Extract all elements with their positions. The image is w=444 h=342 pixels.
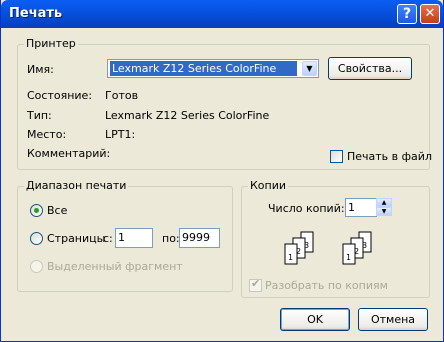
- range-all-label[interactable]: Все: [47, 204, 67, 217]
- collate-checkbox[interactable]: ✔: [249, 277, 262, 292]
- location-value: LPT1:: [105, 128, 136, 141]
- copies-count-input[interactable]: 1: [345, 198, 377, 217]
- window-title: Печать: [9, 6, 63, 21]
- range-selection-radio[interactable]: [30, 260, 43, 273]
- range-to-label: по:: [162, 232, 180, 245]
- range-from-input[interactable]: 1: [115, 228, 153, 248]
- cancel-button[interactable]: Отмена: [358, 308, 428, 331]
- collate-pages-icon: 3 2 1 3 2 1: [284, 231, 372, 265]
- range-to-input[interactable]: 9999: [179, 228, 220, 248]
- type-label: Тип:: [27, 109, 52, 122]
- print-to-file-checkbox[interactable]: [330, 150, 343, 163]
- copies-count-label: Число копий:: [268, 202, 345, 215]
- spin-up-icon[interactable]: ▲: [376, 198, 392, 207]
- range-pages-radio[interactable]: [30, 232, 43, 245]
- copies-group-label: Копии: [248, 179, 289, 192]
- print-to-file-label[interactable]: Печать в файл: [347, 150, 432, 163]
- range-all-radio[interactable]: [30, 204, 43, 217]
- name-label: Имя:: [27, 63, 54, 76]
- help-button[interactable]: ?: [397, 4, 417, 24]
- printer-select[interactable]: Lexmark Z12 Series ColorFine ▼: [107, 59, 319, 78]
- ok-button[interactable]: OK: [280, 308, 350, 331]
- collate-label[interactable]: Разобрать по копиям: [265, 279, 388, 292]
- location-label: Место:: [27, 128, 67, 141]
- print-dialog: Печать ? ✕ Принтер Имя: Lexmark Z12 Seri…: [0, 0, 444, 342]
- properties-button[interactable]: Свойства...: [328, 57, 412, 80]
- close-button[interactable]: ✕: [420, 4, 440, 24]
- comment-label: Комментарий:: [27, 147, 111, 160]
- copies-spinner[interactable]: ▲ ▼: [376, 198, 392, 217]
- title-bar[interactable]: Печать ? ✕: [1, 0, 443, 28]
- status-label: Состояние:: [27, 89, 93, 102]
- svg-text:1: 1: [288, 253, 293, 262]
- svg-text:1: 1: [346, 253, 351, 262]
- printer-group-label: Принтер: [24, 37, 78, 50]
- checkmark-icon: ✔: [251, 277, 261, 290]
- range-selection-label[interactable]: Выделенный фрагмент: [47, 260, 183, 273]
- radio-selected-dot: [34, 208, 39, 213]
- range-pages-label[interactable]: Страницы: [47, 232, 105, 245]
- spin-down-icon[interactable]: ▼: [376, 207, 392, 216]
- type-value: Lexmark Z12 Series ColorFine: [105, 109, 270, 122]
- range-from-label: с:: [103, 232, 113, 245]
- printer-select-value: Lexmark Z12 Series ColorFine: [110, 61, 297, 76]
- status-value: Готов: [105, 89, 139, 102]
- print-range-group-label: Диапазон печати: [24, 179, 129, 192]
- chevron-down-icon[interactable]: ▼: [302, 61, 317, 76]
